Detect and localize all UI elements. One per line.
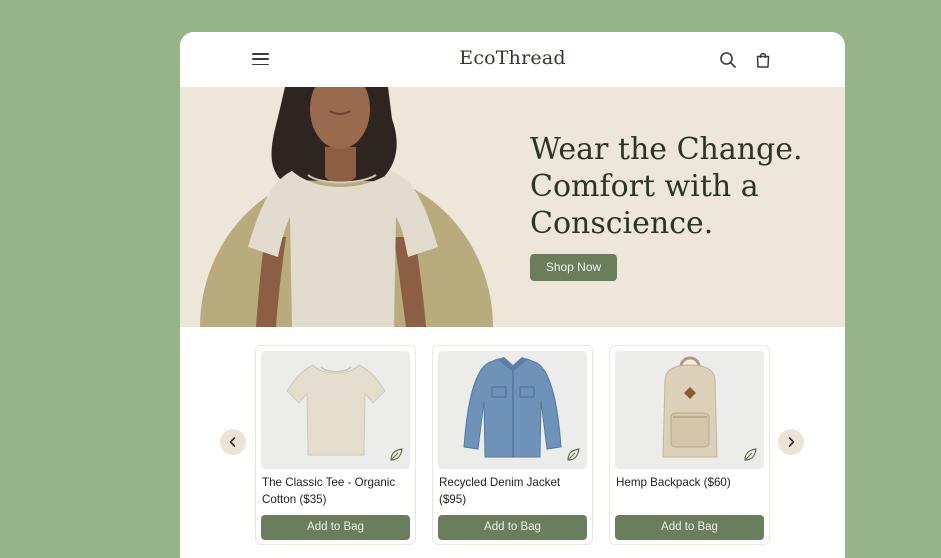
site-header: EcoThread xyxy=(180,32,845,87)
backpack-image[interactable] xyxy=(615,351,764,469)
product-card[interactable]: Recycled Denim Jacket ($95) Add to Bag xyxy=(432,345,593,545)
product-name: Hemp Backpack ($60) xyxy=(616,476,731,489)
product-name: The Classic Tee - Organic Cotton ($35) xyxy=(262,476,396,506)
leaf-icon xyxy=(390,448,403,461)
hero-banner: Wear the Change. Comfort with a Conscien… xyxy=(180,87,845,327)
add-to-bag-button[interactable]: Add to Bag xyxy=(261,515,410,540)
leaf-icon xyxy=(744,448,757,461)
hero-title-line: Wear the Change. xyxy=(530,132,803,167)
page-card: EcoThread Wear the Change. Comfort with … xyxy=(180,32,845,558)
product-card[interactable]: Hemp Backpack ($60) Add to Bag xyxy=(609,345,770,545)
product-name: Recycled Denim Jacket ($95) xyxy=(439,476,561,506)
site-logo[interactable]: EcoThread xyxy=(180,47,845,69)
add-to-bag-button[interactable]: Add to Bag xyxy=(438,515,587,540)
product-card[interactable]: The Classic Tee - Organic Cotton ($35) A… xyxy=(255,345,416,545)
hero-model-image xyxy=(200,87,493,327)
chevron-left-icon[interactable] xyxy=(220,429,246,455)
shop-now-button[interactable]: Shop Now xyxy=(530,254,617,281)
chevron-right-icon[interactable] xyxy=(778,429,804,455)
hero-title-line: Comfort with a xyxy=(530,169,759,204)
leaf-icon xyxy=(567,448,580,461)
hero-title-line: Conscience. xyxy=(530,206,714,241)
denim-jacket-image[interactable] xyxy=(438,351,587,469)
tshirt-image[interactable] xyxy=(261,351,410,469)
search-icon[interactable] xyxy=(718,50,738,70)
hero-title: Wear the Change. Comfort with a Conscien… xyxy=(530,131,830,242)
product-carousel: The Classic Tee - Organic Cotton ($35) A… xyxy=(180,327,845,558)
add-to-bag-button[interactable]: Add to Bag xyxy=(615,515,764,540)
shopping-bag-icon[interactable] xyxy=(753,50,773,70)
